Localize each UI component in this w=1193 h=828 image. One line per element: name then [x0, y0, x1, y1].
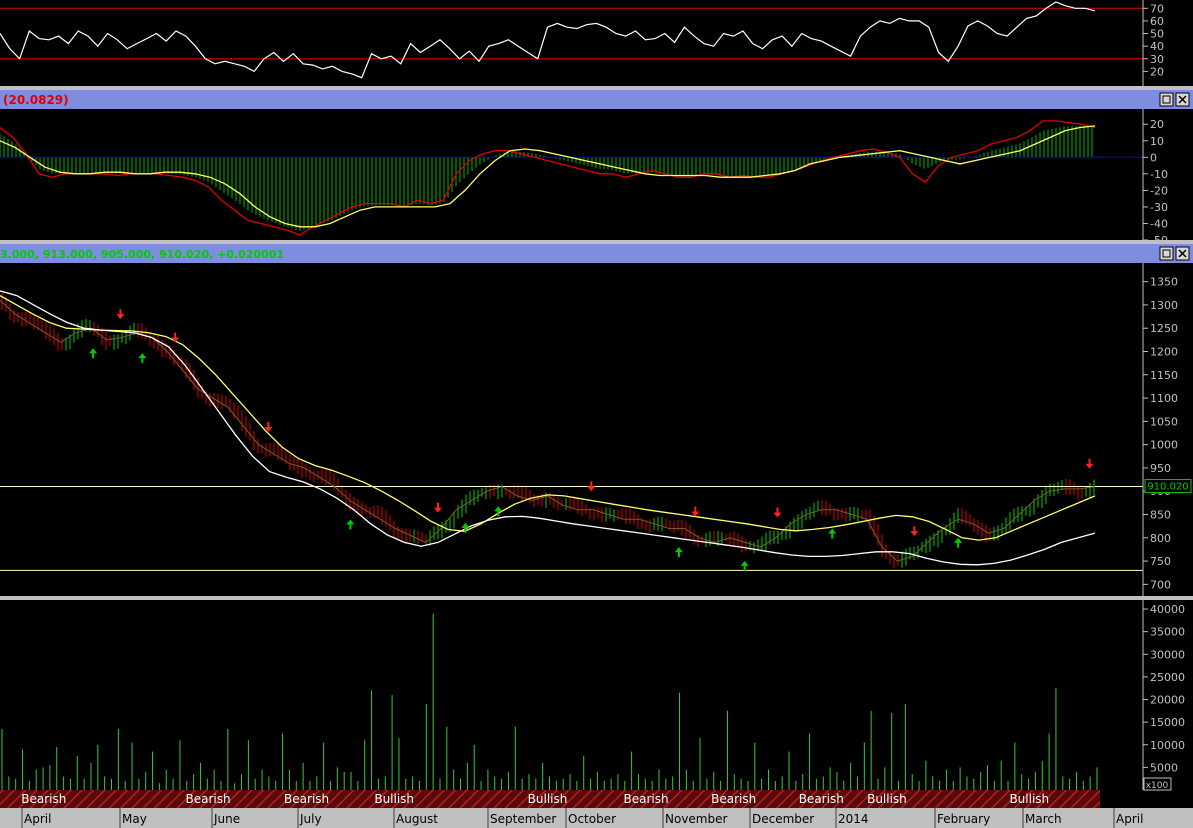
macd-plot-area [0, 109, 1143, 240]
tick-label: 10000 [1150, 739, 1185, 752]
volume-plot-area [0, 600, 1143, 790]
month-label: August [396, 812, 438, 826]
last-price-label: 910.020 [1147, 482, 1188, 493]
month-label: December [752, 812, 814, 826]
tick-label: 1350 [1150, 276, 1178, 289]
tick-label: 70 [1150, 2, 1164, 15]
sentiment-label: Bearish [624, 792, 669, 806]
tick-label: 25000 [1150, 671, 1185, 684]
sentiment-label: Bearish [799, 792, 844, 806]
tick-label: 1000 [1150, 439, 1178, 452]
month-label: April [24, 812, 51, 826]
tick-label: 0 [1150, 151, 1157, 164]
sentiment-strip-end [1100, 790, 1143, 808]
chart-canvas: 706050403020 (20.0829) 20100-10-20-30-40… [0, 0, 1193, 828]
price-restore-button[interactable] [1159, 246, 1174, 261]
price-plot-area [0, 263, 1143, 596]
month-label: April [1116, 812, 1143, 826]
month-label: June [213, 812, 240, 826]
sentiment-label: Bearish [186, 792, 231, 806]
tick-label: 850 [1150, 508, 1171, 521]
macd-restore-button[interactable] [1159, 92, 1174, 107]
macd-titlebar [0, 90, 1193, 109]
month-label: September [490, 812, 556, 826]
sentiment-label: Bearish [284, 792, 329, 806]
tick-label: -30 [1150, 201, 1168, 214]
sentiment-label: Bullish [867, 792, 907, 806]
price-header-values: 3.000, 913.000, 905.000, 910.020, +0.020… [0, 248, 284, 261]
macd-close-button[interactable] [1175, 92, 1190, 107]
tick-label: 20 [1150, 65, 1164, 78]
tick-label: 40000 [1150, 603, 1185, 616]
tick-label: 30000 [1150, 648, 1185, 661]
tick-label: 700 [1150, 578, 1171, 591]
volume-pane: 400003500030000250002000015000100005000 … [0, 600, 1185, 791]
macd-value-label: (20.0829) [3, 93, 69, 107]
sentiment-label: Bearish [711, 792, 756, 806]
tick-label: 950 [1150, 462, 1171, 475]
tick-label: -40 [1150, 217, 1168, 230]
rsi-plot-area [0, 0, 1143, 86]
tick-label: 5000 [1150, 761, 1178, 774]
sentiment-label: Bullish [528, 792, 568, 806]
tick-label: -20 [1150, 184, 1168, 197]
tick-label: 40 [1150, 40, 1164, 53]
sentiment-label: Bearish [21, 792, 66, 806]
tick-label: 750 [1150, 555, 1171, 568]
rsi-tick-labels: 706050403020 [1143, 2, 1164, 78]
tick-label: 1200 [1150, 345, 1178, 358]
month-label: February [937, 812, 990, 826]
tick-label: 1150 [1150, 369, 1178, 382]
tick-label: 20 [1150, 118, 1164, 131]
price-pane: 3.000, 913.000, 905.000, 910.020, +0.020… [0, 244, 1193, 596]
sentiment-label: Bullish [1009, 792, 1049, 806]
tick-label: 1100 [1150, 392, 1178, 405]
price-close-button[interactable] [1175, 246, 1190, 261]
tick-label: 10 [1150, 135, 1164, 148]
volume-tick-labels: 40000 35000 30000 25000 20000 15000 10000 5000 [1143, 603, 1185, 774]
macd-pane: (20.0829) 20100-10-20-30-40-50 [0, 90, 1193, 247]
month-label: October [568, 812, 616, 826]
tick-label: -10 [1150, 168, 1168, 181]
tick-label: 30 [1150, 53, 1164, 66]
sentiment-label: Bullish [374, 792, 414, 806]
macd-tick-labels: 20100-10-20-30-40-50 [1143, 118, 1168, 247]
pane-separator [0, 240, 1193, 244]
price-tick-labels: 1350130012501200115011001050100095090085… [1143, 276, 1178, 591]
volume-unit-label: x100 [1146, 781, 1169, 791]
tick-label: 35000 [1150, 626, 1185, 639]
tick-label: 50 [1150, 28, 1164, 41]
tick-label: 60 [1150, 15, 1164, 28]
rsi-pane: 706050403020 [0, 0, 1164, 86]
month-label: May [122, 812, 147, 826]
month-label: March [1025, 812, 1062, 826]
tick-label: 800 [1150, 532, 1171, 545]
tick-label: 1300 [1150, 299, 1178, 312]
pane-separator [0, 596, 1193, 600]
tick-label: 1050 [1150, 415, 1178, 428]
month-label: November [665, 812, 727, 826]
pane-separator [0, 86, 1193, 90]
tick-label: 1250 [1150, 322, 1178, 335]
last-price-badge: 910.020 [1144, 479, 1192, 494]
tick-label: 20000 [1150, 694, 1185, 707]
tick-label: 15000 [1150, 716, 1185, 729]
month-label: 2014 [838, 812, 869, 826]
month-label: July [299, 812, 322, 826]
